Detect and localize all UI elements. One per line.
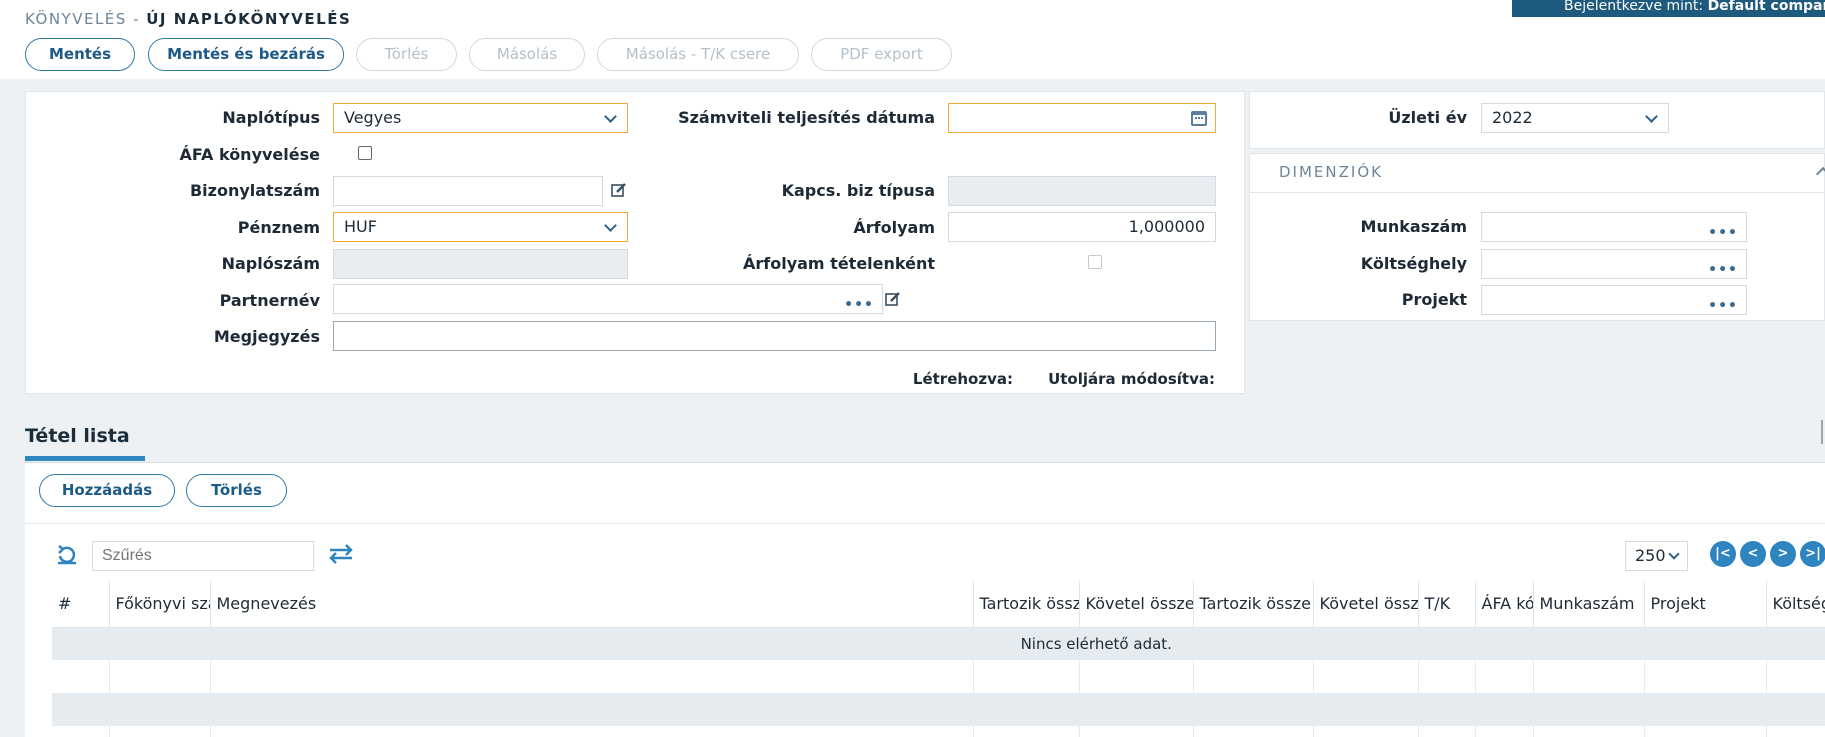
column-header[interactable]: Munkaszám (1533, 581, 1645, 628)
pdf-export-button[interactable]: PDF export (811, 38, 952, 71)
last-page-icon[interactable]: >| (1800, 541, 1825, 567)
swap-icon[interactable] (327, 542, 355, 566)
column-header[interactable]: # (52, 581, 110, 628)
note-input[interactable] (333, 321, 1216, 351)
calendar-icon[interactable] (1191, 111, 1207, 126)
column-header[interactable]: Tartozik össz (973, 581, 1080, 628)
currency-value: HUF (344, 217, 377, 236)
exchange-rate-input[interactable]: 1,000000 (948, 212, 1216, 242)
prev-page-icon[interactable]: < (1740, 541, 1766, 567)
voucher-no-input[interactable] (333, 176, 603, 206)
note-label: Megjegyzés (213, 327, 320, 346)
table-header-row: # Főkönyvi szá Megnevezés Tartozik össz … (52, 581, 1825, 628)
table-row (52, 660, 1825, 693)
save-button[interactable]: Mentés (25, 38, 135, 71)
login-user: Default company (1707, 0, 1825, 14)
no-data-row: Nincs elérhető adat. (52, 627, 1825, 660)
add-item-button[interactable]: Hozzáadás (39, 474, 175, 507)
dimensions-title: DIMENZIÓK (1279, 163, 1383, 181)
column-header[interactable]: T/K (1418, 581, 1476, 628)
project-label: Projekt (1401, 290, 1467, 309)
next-page-icon[interactable]: > (1770, 541, 1796, 567)
chevron-down-icon (604, 110, 617, 123)
ellipsis-icon[interactable]: ••• (1708, 299, 1738, 313)
no-data-message: Nincs elérhető adat. (52, 627, 1825, 660)
column-header[interactable]: Követel össze (1079, 581, 1194, 628)
breadcrumb: KÖNYVELÉS - ÚJ NAPLÓKÖNYVELÉS (25, 10, 351, 28)
dimensions-divider (1249, 192, 1825, 193)
linked-doc-type-field (948, 176, 1216, 206)
delete-item-button[interactable]: Törlés (186, 474, 287, 507)
journal-no-label: Naplószám (221, 254, 320, 273)
chevron-down-icon (1668, 548, 1680, 560)
vat-booking-checkbox[interactable] (358, 146, 372, 160)
currency-select[interactable]: HUF (333, 212, 628, 242)
accounting-date-input[interactable] (948, 103, 1216, 133)
column-header[interactable]: Főkönyvi szá (109, 581, 211, 628)
rate-per-item-checkbox[interactable] (1088, 255, 1102, 269)
fiscal-year-value: 2022 (1492, 108, 1533, 127)
journal-type-label: Naplótípus (222, 108, 320, 127)
vat-booking-label: ÁFA könyvelése (179, 145, 320, 164)
linked-doc-type-label: Kapcs. biz típusa (781, 181, 935, 200)
project-input[interactable]: ••• (1481, 285, 1747, 315)
job-no-input[interactable]: ••• (1481, 212, 1747, 242)
first-page-icon[interactable]: |< (1710, 541, 1736, 567)
chevron-down-icon (1645, 110, 1658, 123)
filter-input[interactable] (92, 541, 314, 571)
copy-button[interactable]: Másolás (469, 38, 585, 71)
items-table: # Főkönyvi szá Megnevezés Tartozik össz … (52, 581, 1825, 737)
copy-swap-button[interactable]: Másolás - T/K csere (597, 38, 799, 71)
column-header[interactable]: Költség (1766, 581, 1825, 628)
column-header[interactable]: Megnevezés (210, 581, 974, 628)
column-header[interactable]: ÁFA kó (1475, 581, 1534, 628)
modified-label: Utoljára módosítva: (1048, 370, 1215, 388)
login-badge: Bejelentkezve mint: Default company (1512, 0, 1825, 17)
ellipsis-icon[interactable]: ••• (1708, 263, 1738, 277)
edit-icon[interactable] (611, 182, 627, 198)
ellipsis-icon[interactable]: ••• (844, 298, 874, 312)
job-no-label: Munkaszám (1360, 217, 1467, 236)
cost-center-label: Költséghely (1360, 254, 1467, 273)
rate-per-item-label: Árfolyam tételenként (742, 254, 935, 273)
login-prefix: Bejelentkezve mint: (1564, 0, 1708, 14)
table-row (52, 693, 1825, 726)
cost-center-input[interactable]: ••• (1481, 249, 1747, 279)
journal-no-field (333, 249, 628, 279)
fiscal-year-select[interactable]: 2022 (1481, 103, 1669, 133)
refresh-icon[interactable] (55, 543, 79, 567)
column-header[interactable]: Tartozik össze (1193, 581, 1314, 628)
chevron-down-icon (604, 219, 617, 232)
accounting-date-label: Számviteli teljesítés dátuma (678, 108, 935, 127)
partner-input[interactable]: ••• (333, 284, 883, 314)
ellipsis-icon[interactable]: ••• (1708, 226, 1738, 240)
currency-label: Pénznem (237, 218, 320, 237)
fiscal-year-label: Üzleti év (1388, 108, 1467, 127)
tab-item-list[interactable]: Tétel lista (25, 417, 145, 461)
panel-edge-handle (1821, 420, 1823, 444)
page-size-select[interactable]: 250 (1625, 541, 1688, 571)
grid-toolbar-divider (25, 523, 1825, 524)
top-bar: Bejelentkezve mint: Default company KÖNY… (0, 0, 1825, 79)
delete-button[interactable]: Törlés (356, 38, 457, 71)
table-row (52, 726, 1825, 737)
breadcrumb-root[interactable]: KÖNYVELÉS - (25, 10, 146, 28)
items-tab-bar: Tétel lista (25, 417, 1825, 463)
voucher-no-label: Bizonylatszám (189, 181, 320, 200)
journal-type-value: Vegyes (344, 108, 402, 127)
page-size-value: 250 (1635, 546, 1666, 565)
journal-type-select[interactable]: Vegyes (333, 103, 628, 133)
page-title: ÚJ NAPLÓKÖNYVELÉS (146, 10, 352, 28)
edit-icon[interactable] (885, 291, 901, 307)
exchange-rate-label: Árfolyam (853, 218, 935, 237)
column-header[interactable]: Követel össz (1313, 581, 1419, 628)
partner-label: Partnernév (219, 291, 320, 310)
save-close-button[interactable]: Mentés és bezárás (148, 38, 344, 71)
column-header[interactable]: Projekt (1644, 581, 1767, 628)
created-label: Létrehozva: (912, 370, 1013, 388)
